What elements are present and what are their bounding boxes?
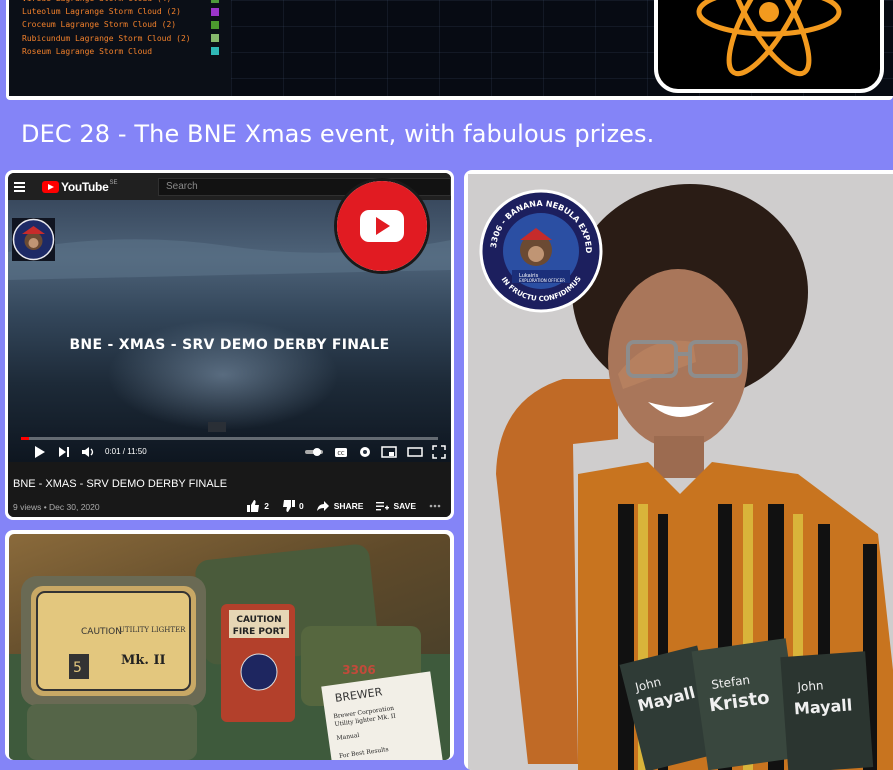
year-text: 3306 (342, 663, 375, 677)
autoplay-toggle-icon[interactable] (304, 445, 324, 459)
legend-color-swatch (211, 47, 219, 56)
youtube-play-button-icon (337, 181, 427, 271)
book3-author: John (796, 678, 824, 694)
tin-caution-text: CAUTION (81, 627, 122, 637)
legend-list: Viride Lagrange Storm Cloud (4) Luteolum … (22, 0, 219, 58)
more-options-icon[interactable] (429, 504, 445, 508)
legend-item[interactable]: Luteolum Lagrange Storm Cloud (2) (22, 5, 219, 18)
fullscreen-icon[interactable] (432, 445, 446, 459)
date-caption: DEC 28 - The BNE Xmas event, with fabulo… (21, 120, 655, 148)
top-screenshot-strip: Viride Lagrange Storm Cloud (4) Luteolum … (6, 0, 893, 100)
legend-item-label: Viride Lagrange Storm Cloud (4) (22, 0, 171, 3)
youtube-logo-text: YouTube (61, 180, 109, 194)
share-label: SHARE (333, 501, 364, 511)
next-icon[interactable] (58, 445, 70, 459)
progress-bar[interactable] (21, 437, 438, 440)
chimp-emblem-icon (12, 218, 55, 261)
legend-item[interactable]: Roseum Lagrange Storm Cloud (22, 45, 219, 58)
legend-item-label: Rubicundum Lagrange Storm Cloud (2) (22, 33, 191, 43)
tin-model-text: Mk. II (121, 653, 166, 668)
youtube-badge[interactable] (334, 178, 430, 274)
time-display: 0:01 / 11:50 (105, 447, 147, 456)
hamburger-menu-icon[interactable] (14, 182, 25, 192)
emblem-ribbon-role: EXPLORATION OFFICER (519, 278, 565, 283)
legend-color-swatch (211, 20, 219, 29)
like-button[interactable]: 2 (247, 500, 269, 512)
settings-gear-icon[interactable] (358, 445, 372, 459)
legend-item-label: Luteolum Lagrange Storm Cloud (2) (22, 7, 181, 17)
legend-item[interactable]: Rubicundum Lagrange Storm Cloud (2) (22, 32, 219, 45)
video-meta: BNE - XMAS - SRV DEMO DERBY FINALE 9 vie… (8, 462, 451, 517)
thumbs-up-icon (247, 500, 260, 512)
thumbs-down-icon (282, 500, 295, 512)
save-label: SAVE (393, 501, 416, 511)
playlist-add-icon (376, 502, 390, 511)
theater-mode-icon[interactable] (407, 445, 423, 459)
volume-icon[interactable] (81, 445, 95, 459)
prize-photo: CAUTION UTILITY LIGHTER Mk. II 5 CAUTION… (9, 534, 450, 760)
share-arrow-icon (316, 501, 329, 511)
progress-fill (21, 437, 30, 440)
share-button[interactable]: SHARE (316, 500, 364, 512)
channel-watermark[interactable] (12, 218, 55, 261)
youtube-play-logo-icon (42, 181, 59, 193)
prize-photo-card: CAUTION UTILITY LIGHTER Mk. II 5 CAUTION… (5, 530, 454, 760)
box-fire-text: FIRE PORT (233, 627, 286, 637)
video-title[interactable]: BNE - XMAS - SRV DEMO DERBY FINALE (13, 478, 227, 490)
box-caution-text: CAUTION (236, 615, 281, 625)
legend-item[interactable]: Croceum Lagrange Storm Cloud (2) (22, 18, 219, 31)
views-and-date: 9 views • Dec 30, 2020 (13, 502, 100, 512)
dislike-count: 0 (298, 501, 304, 511)
svg-text:CC: CC (338, 451, 345, 457)
banana-nebula-emblem-icon: 3306 - BANANA NEBULA EXPEDITION IN FRUCT… (478, 188, 603, 313)
player-controls: 0:01 / 11:50 CC (8, 443, 451, 462)
legend-color-swatch (211, 7, 219, 16)
legend-color-swatch (211, 34, 219, 43)
like-count: 2 (264, 501, 269, 511)
winner-portrait-photo: John Mayall Stefan Kristo John Mayall 33… (468, 174, 893, 770)
prize-items-illustration: CAUTION UTILITY LIGHTER Mk. II 5 CAUTION… (9, 544, 450, 760)
tin-lighter-text: UTILITY LIGHTER (119, 626, 186, 634)
atom-app-icon-card (654, 0, 884, 93)
legend-color-swatch (211, 0, 219, 3)
winner-portrait-card: John Mayall Stefan Kristo John Mayall 33… (464, 170, 893, 770)
video-actions: 2 0 SHARE SAVE (234, 500, 445, 512)
dislike-button[interactable]: 0 (282, 500, 304, 512)
subtitles-icon[interactable]: CC (334, 445, 348, 459)
legend-item-label: Croceum Lagrange Storm Cloud (2) (22, 20, 177, 30)
miniplayer-icon[interactable] (381, 445, 397, 459)
play-icon[interactable] (34, 445, 46, 459)
video-overlay-title: BNE - XMAS - SRV DEMO DERBY FINALE (69, 337, 390, 353)
save-button[interactable]: SAVE (376, 500, 416, 512)
youtube-logo[interactable]: YouTube SE (42, 180, 117, 194)
book3-title: Mayall (793, 695, 853, 718)
search-placeholder: Search (166, 181, 198, 192)
map-legend: Viride Lagrange Storm Cloud (4) Luteolum … (9, 0, 231, 96)
tin-number-text: 5 (73, 660, 82, 676)
legend-item-label: Roseum Lagrange Storm Cloud (22, 46, 153, 56)
atom-icon (696, 0, 842, 77)
youtube-region-code: SE (109, 180, 118, 186)
